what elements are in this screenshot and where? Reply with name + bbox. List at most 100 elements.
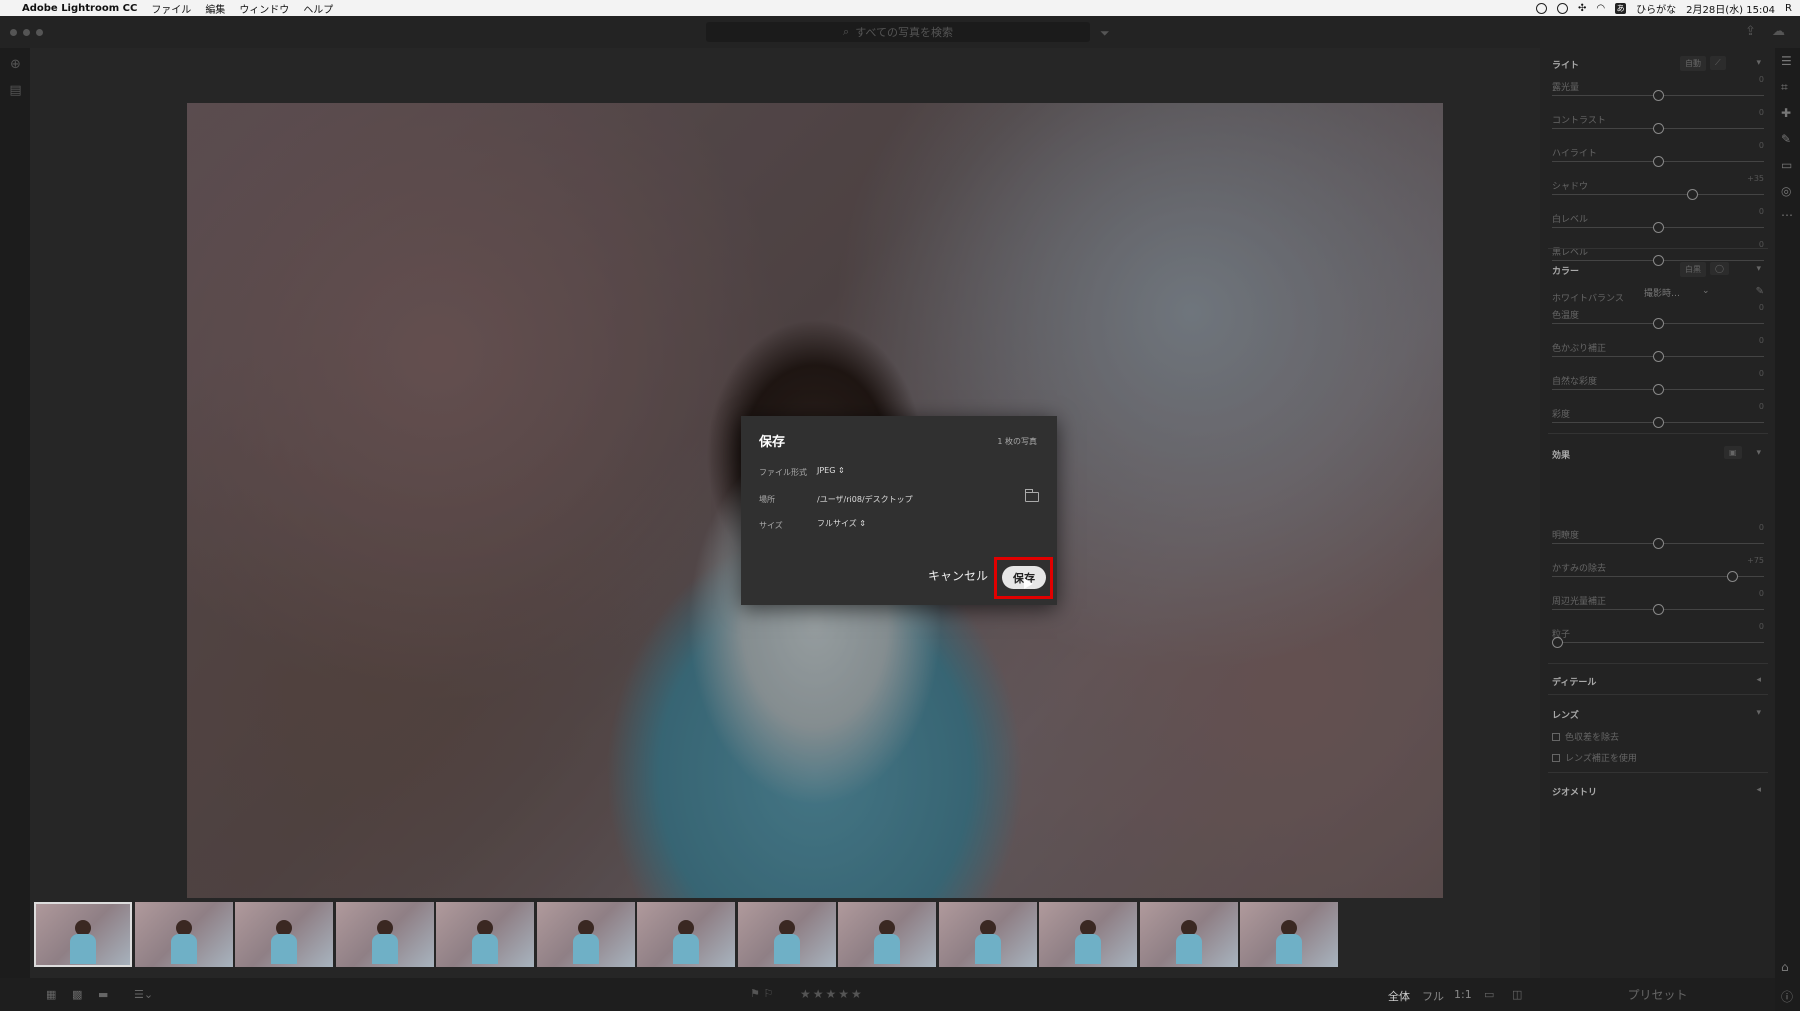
sort-icon[interactable]: ☰⌄: [134, 988, 153, 1001]
filmstrip-thumbnail[interactable]: [938, 902, 1037, 967]
color-wheel-icon[interactable]: ◯: [1710, 262, 1729, 275]
filmstrip-thumbnail[interactable]: [34, 902, 132, 967]
healing-brush-icon[interactable]: ✚: [1781, 106, 1791, 120]
tag-icon[interactable]: ⌂: [1781, 960, 1789, 974]
slider-value[interactable]: +35: [1747, 174, 1764, 183]
input-method-label[interactable]: ひらがな: [1636, 1, 1676, 16]
filmstrip-thumbnail[interactable]: [1039, 902, 1137, 967]
zoom-all[interactable]: 全体: [1388, 988, 1410, 1004]
filmstrip-thumbnail[interactable]: [1240, 902, 1338, 967]
menu-help[interactable]: ヘルプ: [303, 1, 333, 16]
flag-icons[interactable]: ⚑ ⚐: [750, 987, 773, 1000]
slider-value[interactable]: 0: [1759, 108, 1764, 117]
bw-button[interactable]: 白黒: [1680, 262, 1706, 277]
menu-edit[interactable]: 編集: [205, 1, 225, 16]
slider-knob[interactable]: [1652, 538, 1664, 549]
preset-button[interactable]: プリセット: [1540, 978, 1775, 1011]
filmstrip-thumbnail[interactable]: [235, 902, 333, 967]
chevron-left-icon[interactable]: ◂: [1756, 675, 1761, 685]
slider-value[interactable]: 0: [1759, 336, 1764, 345]
light-section-title[interactable]: ライト: [1552, 58, 1579, 71]
add-photo-icon[interactable]: ⊕: [9, 58, 22, 71]
size-select[interactable]: フルサイズ ⇕: [817, 518, 866, 529]
auto-button[interactable]: 自動: [1680, 56, 1706, 71]
cancel-button[interactable]: キャンセル: [928, 567, 988, 584]
geometry-section-title[interactable]: ジオメトリ: [1552, 785, 1597, 798]
zoom-window-button[interactable]: [36, 28, 43, 36]
filter-icon[interactable]: ⏷: [1100, 26, 1110, 41]
slider-knob[interactable]: [1652, 604, 1664, 615]
slider-value[interactable]: 0: [1759, 622, 1764, 631]
slider-knob[interactable]: [1652, 90, 1664, 101]
datetime[interactable]: 2月28日(水) 15:04: [1686, 1, 1775, 16]
wifi-icon[interactable]: ◠: [1596, 3, 1605, 14]
square-grid-icon[interactable]: ▦: [46, 988, 56, 1001]
filmstrip-thumbnail[interactable]: [134, 902, 233, 967]
filmstrip-thumbnail[interactable]: [436, 902, 534, 967]
slider-knob[interactable]: [1726, 571, 1738, 582]
slider-track[interactable]: [1552, 194, 1764, 195]
linear-gradient-icon[interactable]: ▭: [1781, 158, 1792, 172]
format-select[interactable]: JPEG ⇕: [817, 466, 845, 475]
filmstrip-thumbnail[interactable]: [637, 902, 735, 967]
detail-section-title[interactable]: ディテール: [1552, 675, 1596, 688]
dropbox-icon[interactable]: ✣: [1578, 3, 1586, 14]
radial-gradient-icon[interactable]: ◎: [1781, 184, 1791, 198]
compare-icon[interactable]: ▭: [1484, 988, 1494, 1001]
share-icon[interactable]: ⇪: [1745, 24, 1756, 39]
detail-view-icon[interactable]: ▬: [98, 988, 108, 1001]
filmstrip-thumbnail[interactable]: [737, 902, 836, 967]
app-menu[interactable]: Adobe Lightroom CC: [22, 3, 137, 14]
lens-section-title[interactable]: レンズ: [1552, 708, 1579, 721]
zoom-1to1[interactable]: 1:1: [1454, 988, 1472, 1001]
filmstrip-thumbnail[interactable]: [536, 902, 635, 967]
slider-knob[interactable]: [1652, 384, 1664, 395]
eyedropper-icon[interactable]: ✎: [1756, 286, 1764, 297]
slider-knob[interactable]: [1652, 156, 1664, 167]
chevron-down-icon[interactable]: ▾: [1756, 708, 1761, 718]
slider-knob[interactable]: [1652, 318, 1664, 329]
slider-value[interactable]: 0: [1759, 369, 1764, 378]
chevron-down-icon[interactable]: ⌄: [1702, 286, 1710, 296]
library-icon[interactable]: ▤: [9, 84, 22, 97]
white-balance-select[interactable]: 撮影時…: [1644, 286, 1680, 299]
search-input[interactable]: ⌕ すべての写真を検索: [706, 22, 1090, 42]
minimize-window-button[interactable]: [23, 28, 30, 36]
chevron-down-icon[interactable]: ▾: [1756, 58, 1761, 68]
cloud-sync-icon[interactable]: ☁: [1772, 24, 1785, 39]
more-icon[interactable]: ⋯: [1781, 208, 1793, 222]
input-method-icon[interactable]: あ: [1615, 2, 1627, 14]
effects-section-title[interactable]: 効果: [1552, 448, 1570, 461]
chevron-down-icon[interactable]: ▾: [1756, 448, 1761, 458]
slider-knob[interactable]: [1652, 417, 1664, 428]
crop-icon[interactable]: ⌗: [1781, 80, 1788, 95]
slider-value[interactable]: +75: [1747, 556, 1764, 565]
slider-knob[interactable]: [1652, 351, 1664, 362]
slider-track[interactable]: [1552, 642, 1764, 643]
slider-knob[interactable]: [1686, 189, 1698, 200]
lens-correction-checkbox[interactable]: レンズ補正を使用: [1552, 751, 1637, 764]
slider-value[interactable]: 0: [1759, 141, 1764, 150]
slider-value[interactable]: 0: [1759, 75, 1764, 84]
close-window-button[interactable]: [10, 28, 17, 36]
slider-value[interactable]: 0: [1759, 589, 1764, 598]
slider-value[interactable]: 0: [1759, 523, 1764, 532]
menu-file[interactable]: ファイル: [151, 1, 191, 16]
slider-value[interactable]: 0: [1759, 303, 1764, 312]
slider-knob[interactable]: [1652, 255, 1664, 266]
remove-ca-checkbox[interactable]: 色収差を除去: [1552, 730, 1619, 743]
brush-icon[interactable]: ✎: [1781, 132, 1791, 146]
before-after-icon[interactable]: ◫: [1512, 988, 1522, 1001]
slider-knob[interactable]: [1652, 222, 1664, 233]
filmstrip-thumbnail[interactable]: [1139, 902, 1238, 967]
creative-cloud-icon[interactable]: [1557, 2, 1569, 14]
slider-value[interactable]: 0: [1759, 402, 1764, 411]
filmstrip-thumbnail[interactable]: [335, 902, 434, 967]
filmstrip-thumbnail[interactable]: [838, 902, 936, 967]
edit-sliders-icon[interactable]: ☰: [1781, 54, 1792, 68]
user-initial[interactable]: R: [1785, 3, 1792, 14]
info-icon[interactable]: ⓘ: [1781, 988, 1793, 1005]
vignette-icon[interactable]: ▣: [1724, 446, 1742, 459]
slider-knob[interactable]: [1552, 637, 1563, 648]
chevron-left-icon[interactable]: ◂: [1756, 785, 1761, 795]
